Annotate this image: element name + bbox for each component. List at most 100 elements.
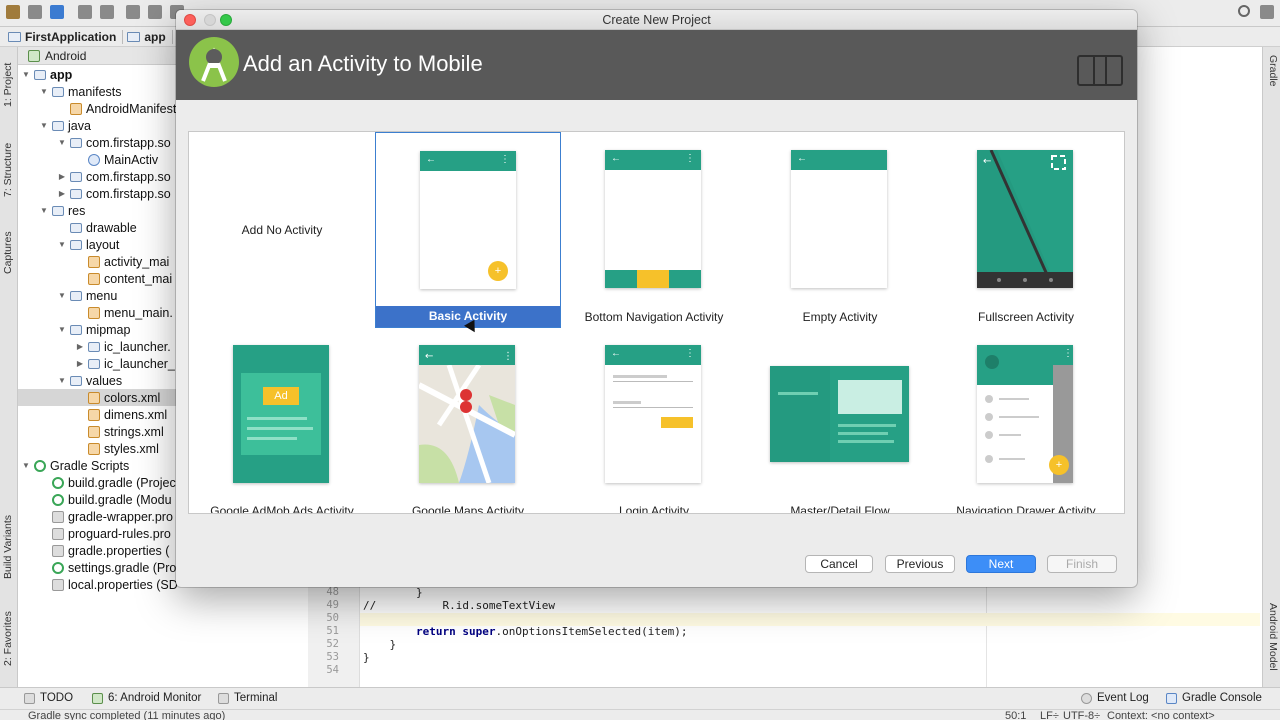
tree-item[interactable]: ▶ ic_launcher_	[76, 355, 175, 372]
tree-item-label: values	[86, 373, 123, 388]
tree-item[interactable]: local.properties (SD	[40, 576, 178, 593]
tree-item[interactable]: proguard-rules.pro	[40, 525, 171, 542]
expand-down-icon[interactable]: ▼	[58, 325, 66, 334]
tree-item[interactable]: drawable	[58, 219, 137, 236]
expand-down-icon[interactable]: ▼	[22, 461, 30, 470]
next-button[interactable]: Next	[966, 555, 1036, 573]
activity-master-detail[interactable]: Master/Detail Flow	[747, 328, 933, 513]
expand-down-icon[interactable]: ▼	[58, 240, 66, 249]
breadcrumb-module[interactable]: app	[127, 29, 173, 44]
undo-icon[interactable]	[78, 5, 92, 19]
copy-icon[interactable]	[148, 5, 162, 19]
split-icon[interactable]	[1260, 5, 1274, 19]
open-folder-icon[interactable]	[6, 5, 20, 19]
activity-fullscreen[interactable]: ← Fullscreen Activity	[933, 132, 1119, 328]
tree-item[interactable]: ▶ com.firstapp.so	[58, 185, 171, 202]
expand-down-icon[interactable]: ▼	[22, 70, 30, 79]
context-indicator[interactable]: Context: <no context>	[1107, 710, 1215, 720]
activity-basic[interactable]: ← ⋮ + Basic Activity	[375, 132, 561, 328]
save-icon[interactable]	[28, 5, 42, 19]
tree-item[interactable]: colors.xml	[18, 389, 178, 406]
activity-admob-ads[interactable]: Ad Google AdMob Ads Activity	[189, 328, 375, 513]
tree-item[interactable]: gradle-wrapper.pro	[40, 508, 173, 525]
expand-right-icon[interactable]: ▶	[58, 189, 66, 198]
tab-structure[interactable]: 7: Structure	[2, 135, 16, 205]
tree-item[interactable]: ▼ com.firstapp.so	[58, 134, 171, 151]
overflow-menu-icon: ⋮	[500, 154, 510, 165]
expand-down-icon[interactable]: ▼	[58, 291, 66, 300]
folder-icon	[52, 120, 64, 131]
tab-project[interactable]: 1: Project	[2, 55, 16, 115]
tree-item-label: com.firstapp.so	[86, 169, 171, 184]
ad-badge: Ad	[263, 387, 299, 405]
xml-icon	[88, 391, 100, 404]
expand-down-icon[interactable]: ▼	[40, 206, 48, 215]
redo-icon[interactable]	[100, 5, 114, 19]
tab-favorites[interactable]: 2: Favorites	[2, 607, 16, 671]
expand-right-icon[interactable]: ▶	[58, 172, 66, 181]
tree-item[interactable]: MainActiv	[76, 151, 158, 168]
activity-empty[interactable]: ← Empty Activity	[747, 132, 933, 328]
finish-button[interactable]: Finish	[1047, 555, 1117, 573]
cancel-button[interactable]: Cancel	[805, 555, 873, 573]
tree-item[interactable]: strings.xml	[76, 423, 164, 440]
sync-icon[interactable]	[50, 5, 64, 19]
tab-android-model[interactable]: Android Model	[1265, 603, 1279, 671]
tab-captures[interactable]: Captures	[2, 225, 16, 281]
caret-position[interactable]: 50:1	[1005, 710, 1026, 720]
overflow-menu-icon: ⋮	[685, 348, 695, 359]
line-number: 53	[326, 651, 339, 663]
tab-gradle-console[interactable]: Gradle Console	[1166, 692, 1262, 704]
activity-gallery[interactable]: Add No Activity ← ⋮ + Basic Activity ← ⋮ B…	[188, 131, 1125, 514]
tab-terminal[interactable]: Terminal	[218, 692, 277, 704]
activity-bottom-navigation[interactable]: ← ⋮ Bottom Navigation Activity	[561, 132, 747, 328]
tree-item[interactable]: dimens.xml	[76, 406, 167, 423]
props-icon	[52, 527, 64, 540]
tree-item[interactable]: styles.xml	[76, 440, 159, 457]
tree-item[interactable]: ▶ ic_launcher.	[76, 338, 171, 355]
expand-down-icon[interactable]: ▼	[40, 121, 48, 130]
tree-item[interactable]: ▼ manifests	[40, 83, 121, 100]
tree-item[interactable]: settings.gradle (Pro	[40, 559, 176, 576]
tree-item[interactable]: build.gradle (Modu	[40, 491, 172, 508]
folder-icon	[70, 137, 82, 148]
tree-item[interactable]: ▼ Gradle Scripts	[22, 457, 129, 474]
breadcrumb-project[interactable]: FirstApplication	[8, 29, 124, 44]
tree-item[interactable]: content_mai	[76, 270, 172, 287]
tree-item[interactable]: ▼ mipmap	[58, 321, 130, 338]
tab-todo[interactable]: TODO	[24, 692, 73, 704]
activity-add-no-activity[interactable]: Add No Activity	[189, 132, 375, 328]
tree-item[interactable]: ▼ values	[58, 372, 122, 389]
tree-item[interactable]: ▼ java	[40, 117, 91, 134]
tree-item[interactable]: ▶ com.firstapp.so	[58, 168, 171, 185]
activity-google-maps[interactable]: ← ⋮ Google Maps Activity	[375, 328, 561, 513]
activity-navigation-drawer[interactable]: ⋮ + Navigation Drawer Activity	[933, 328, 1119, 513]
tree-item[interactable]: ▼ res	[40, 202, 85, 219]
line-separator[interactable]: LF÷	[1040, 710, 1059, 720]
activity-login[interactable]: ← ⋮ Login Activity	[561, 328, 747, 513]
right-tool-window-bar: Gradle Android Model	[1262, 47, 1280, 687]
tab-gradle[interactable]: Gradle	[1265, 55, 1279, 87]
tab-event-log[interactable]: Event Log	[1081, 692, 1149, 704]
tree-item[interactable]: menu_main.	[76, 304, 173, 321]
project-view-selector[interactable]: Android	[18, 47, 178, 65]
tree-item[interactable]: build.gradle (Projec	[40, 474, 176, 491]
expand-right-icon[interactable]: ▶	[76, 359, 84, 368]
search-icon[interactable]	[1238, 5, 1250, 17]
expand-down-icon[interactable]: ▼	[58, 138, 66, 147]
expand-down-icon[interactable]: ▼	[58, 376, 66, 385]
tree-item[interactable]: AndroidManifest.xml	[58, 100, 178, 117]
tab-build-variants[interactable]: Build Variants	[2, 507, 16, 587]
previous-button[interactable]: Previous	[885, 555, 955, 573]
tree-item[interactable]: ▼ menu	[58, 287, 117, 304]
tab-android-monitor[interactable]: 6: Android Monitor	[92, 692, 201, 704]
tree-item[interactable]: gradle.properties (	[40, 542, 169, 559]
file-encoding[interactable]: UTF-8÷	[1063, 710, 1100, 720]
bottom-navigation-preview: ← ⋮	[605, 150, 701, 288]
tree-item[interactable]: activity_mai	[76, 253, 169, 270]
cut-icon[interactable]	[126, 5, 140, 19]
tree-item[interactable]: ▼ app	[22, 66, 72, 83]
expand-right-icon[interactable]: ▶	[76, 342, 84, 351]
tree-item[interactable]: ▼ layout	[58, 236, 119, 253]
expand-down-icon[interactable]: ▼	[40, 87, 48, 96]
